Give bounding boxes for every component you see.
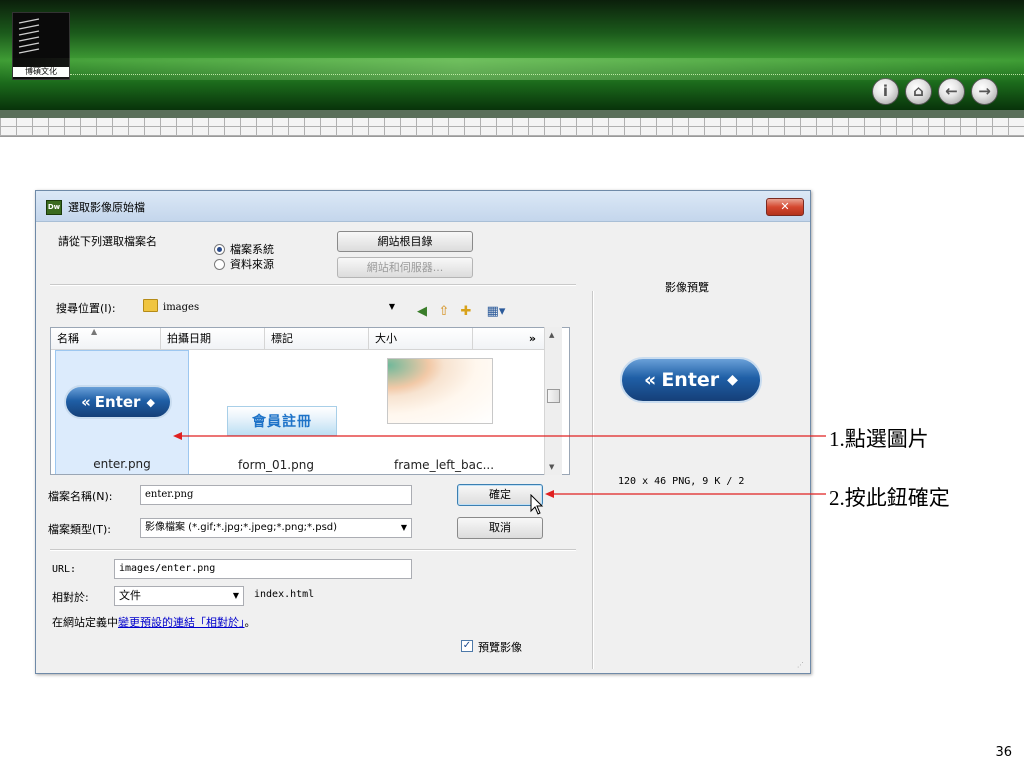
callout-arrowhead-select-image xyxy=(173,432,182,440)
callout-arrowhead-confirm xyxy=(545,490,554,498)
callout-lines xyxy=(173,432,826,498)
callout-step1: 1.點選圖片 xyxy=(829,427,929,451)
callout-step2: 2.按此鈕確定 xyxy=(829,486,950,510)
page-number: 36 xyxy=(995,745,1012,760)
